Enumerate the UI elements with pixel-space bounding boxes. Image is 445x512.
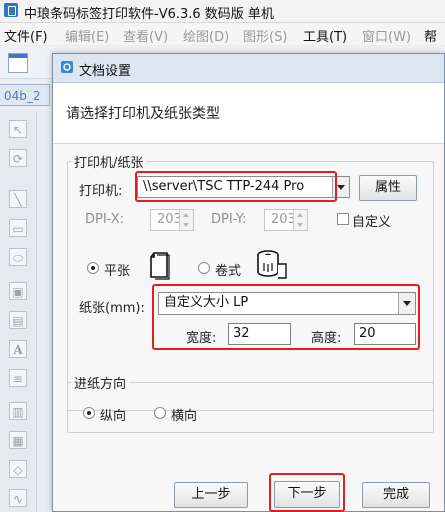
- menu-tools[interactable]: 工具(T): [303, 26, 347, 45]
- settings-icon: [61, 61, 73, 73]
- label-tab[interactable]: 04b_2: [0, 84, 50, 106]
- menu-edit[interactable]: 编辑(E): [65, 26, 109, 45]
- printer-highlight-box: [135, 171, 337, 202]
- landscape-label: 横向: [171, 409, 198, 424]
- dialog-title: 文档设置: [79, 64, 132, 79]
- paper-roll-label: 卷式: [215, 264, 242, 279]
- app-title: 中琅条码标签打印软件-V6.3.6 数码版 单机: [24, 7, 274, 22]
- picture-icon[interactable]: ▤: [9, 311, 27, 329]
- landscape-radio[interactable]: [154, 407, 166, 419]
- image-icon[interactable]: ▣: [9, 282, 27, 300]
- rectangle-icon[interactable]: ▭: [9, 219, 27, 237]
- properties-button[interactable]: 属性: [359, 175, 417, 201]
- paper-flat-radio[interactable]: [87, 262, 99, 274]
- app-title-bar: 中琅条码标签打印软件-V6.3.6 数码版 单机: [0, 0, 445, 23]
- dpi-x-label: DPI-X:: [85, 212, 125, 227]
- menu-file[interactable]: 文件(F): [4, 26, 48, 45]
- table-icon[interactable]: ▦: [9, 431, 27, 449]
- menu-view[interactable]: 查看(V): [123, 26, 168, 45]
- flat-paper-icon: [150, 252, 170, 280]
- ellipse-icon[interactable]: ⬭: [9, 248, 27, 266]
- previous-button[interactable]: 上一步: [174, 482, 248, 508]
- menu-shape[interactable]: 图形(S): [243, 26, 287, 45]
- new-document-icon[interactable]: [8, 53, 28, 73]
- line-icon[interactable]: ╲: [9, 190, 27, 208]
- roll-paper-icon: [257, 250, 287, 279]
- text-icon[interactable]: A: [9, 340, 27, 358]
- barcode-icon[interactable]: ≡: [9, 369, 27, 387]
- printer-label: 打印机:: [79, 184, 123, 199]
- curve-icon[interactable]: ∿: [9, 489, 27, 507]
- rotate-icon[interactable]: ⟳: [9, 149, 27, 167]
- custom-dpi-label: 自定义: [352, 215, 392, 230]
- instruction-text: 请选择打印机及纸张类型: [66, 106, 220, 122]
- menu-window[interactable]: 窗口(W): [362, 26, 411, 45]
- menu-draw[interactable]: 绘图(D): [183, 26, 229, 45]
- dpi-y-label: DPI-Y:: [211, 212, 247, 227]
- dialog-banner: 请选择打印机及纸张类型: [53, 83, 444, 144]
- paper-roll-radio[interactable]: [198, 262, 210, 274]
- printer-paper-legend: 打印机/纸张: [71, 152, 147, 171]
- paper-highlight-box: [152, 284, 420, 350]
- drawing-toolbox: ↖ ⟳ ╲ ▭ ⬭ ▣ ▤ A ≡ ▥ ▦ ◇ ∿: [0, 112, 37, 512]
- spin-arrows-icon[interactable]: [179, 210, 193, 230]
- paper-flat-label: 平张: [104, 264, 131, 279]
- spin-arrows-icon[interactable]: [293, 210, 307, 230]
- paper-label: 纸张(mm):: [79, 301, 145, 316]
- finish-button[interactable]: 完成: [362, 482, 430, 508]
- dpi-y-stepper[interactable]: 203: [264, 209, 308, 231]
- document-settings-dialog: 文档设置 请选择打印机及纸张类型 打印机/纸张 打印机: \\server\TS…: [52, 53, 445, 512]
- shape-icon[interactable]: ◇: [9, 460, 27, 478]
- portrait-label: 纵向: [100, 409, 127, 424]
- cursor-icon[interactable]: ↖: [9, 120, 27, 138]
- dialog-title-bar: 文档设置: [53, 54, 444, 83]
- portrait-radio[interactable]: [83, 407, 95, 419]
- custom-dpi-checkbox[interactable]: [337, 213, 349, 225]
- next-highlight-box: [269, 473, 345, 512]
- dpi-x-stepper[interactable]: 203: [150, 209, 194, 231]
- app-logo-icon: [4, 3, 18, 17]
- menu-bar: 文件(F) 编辑(E) 查看(V) 绘图(D) 图形(S) 工具(T) 窗口(W…: [0, 23, 445, 64]
- feed-direction-legend: 进纸方向: [71, 373, 130, 392]
- list-icon[interactable]: ▥: [9, 402, 27, 420]
